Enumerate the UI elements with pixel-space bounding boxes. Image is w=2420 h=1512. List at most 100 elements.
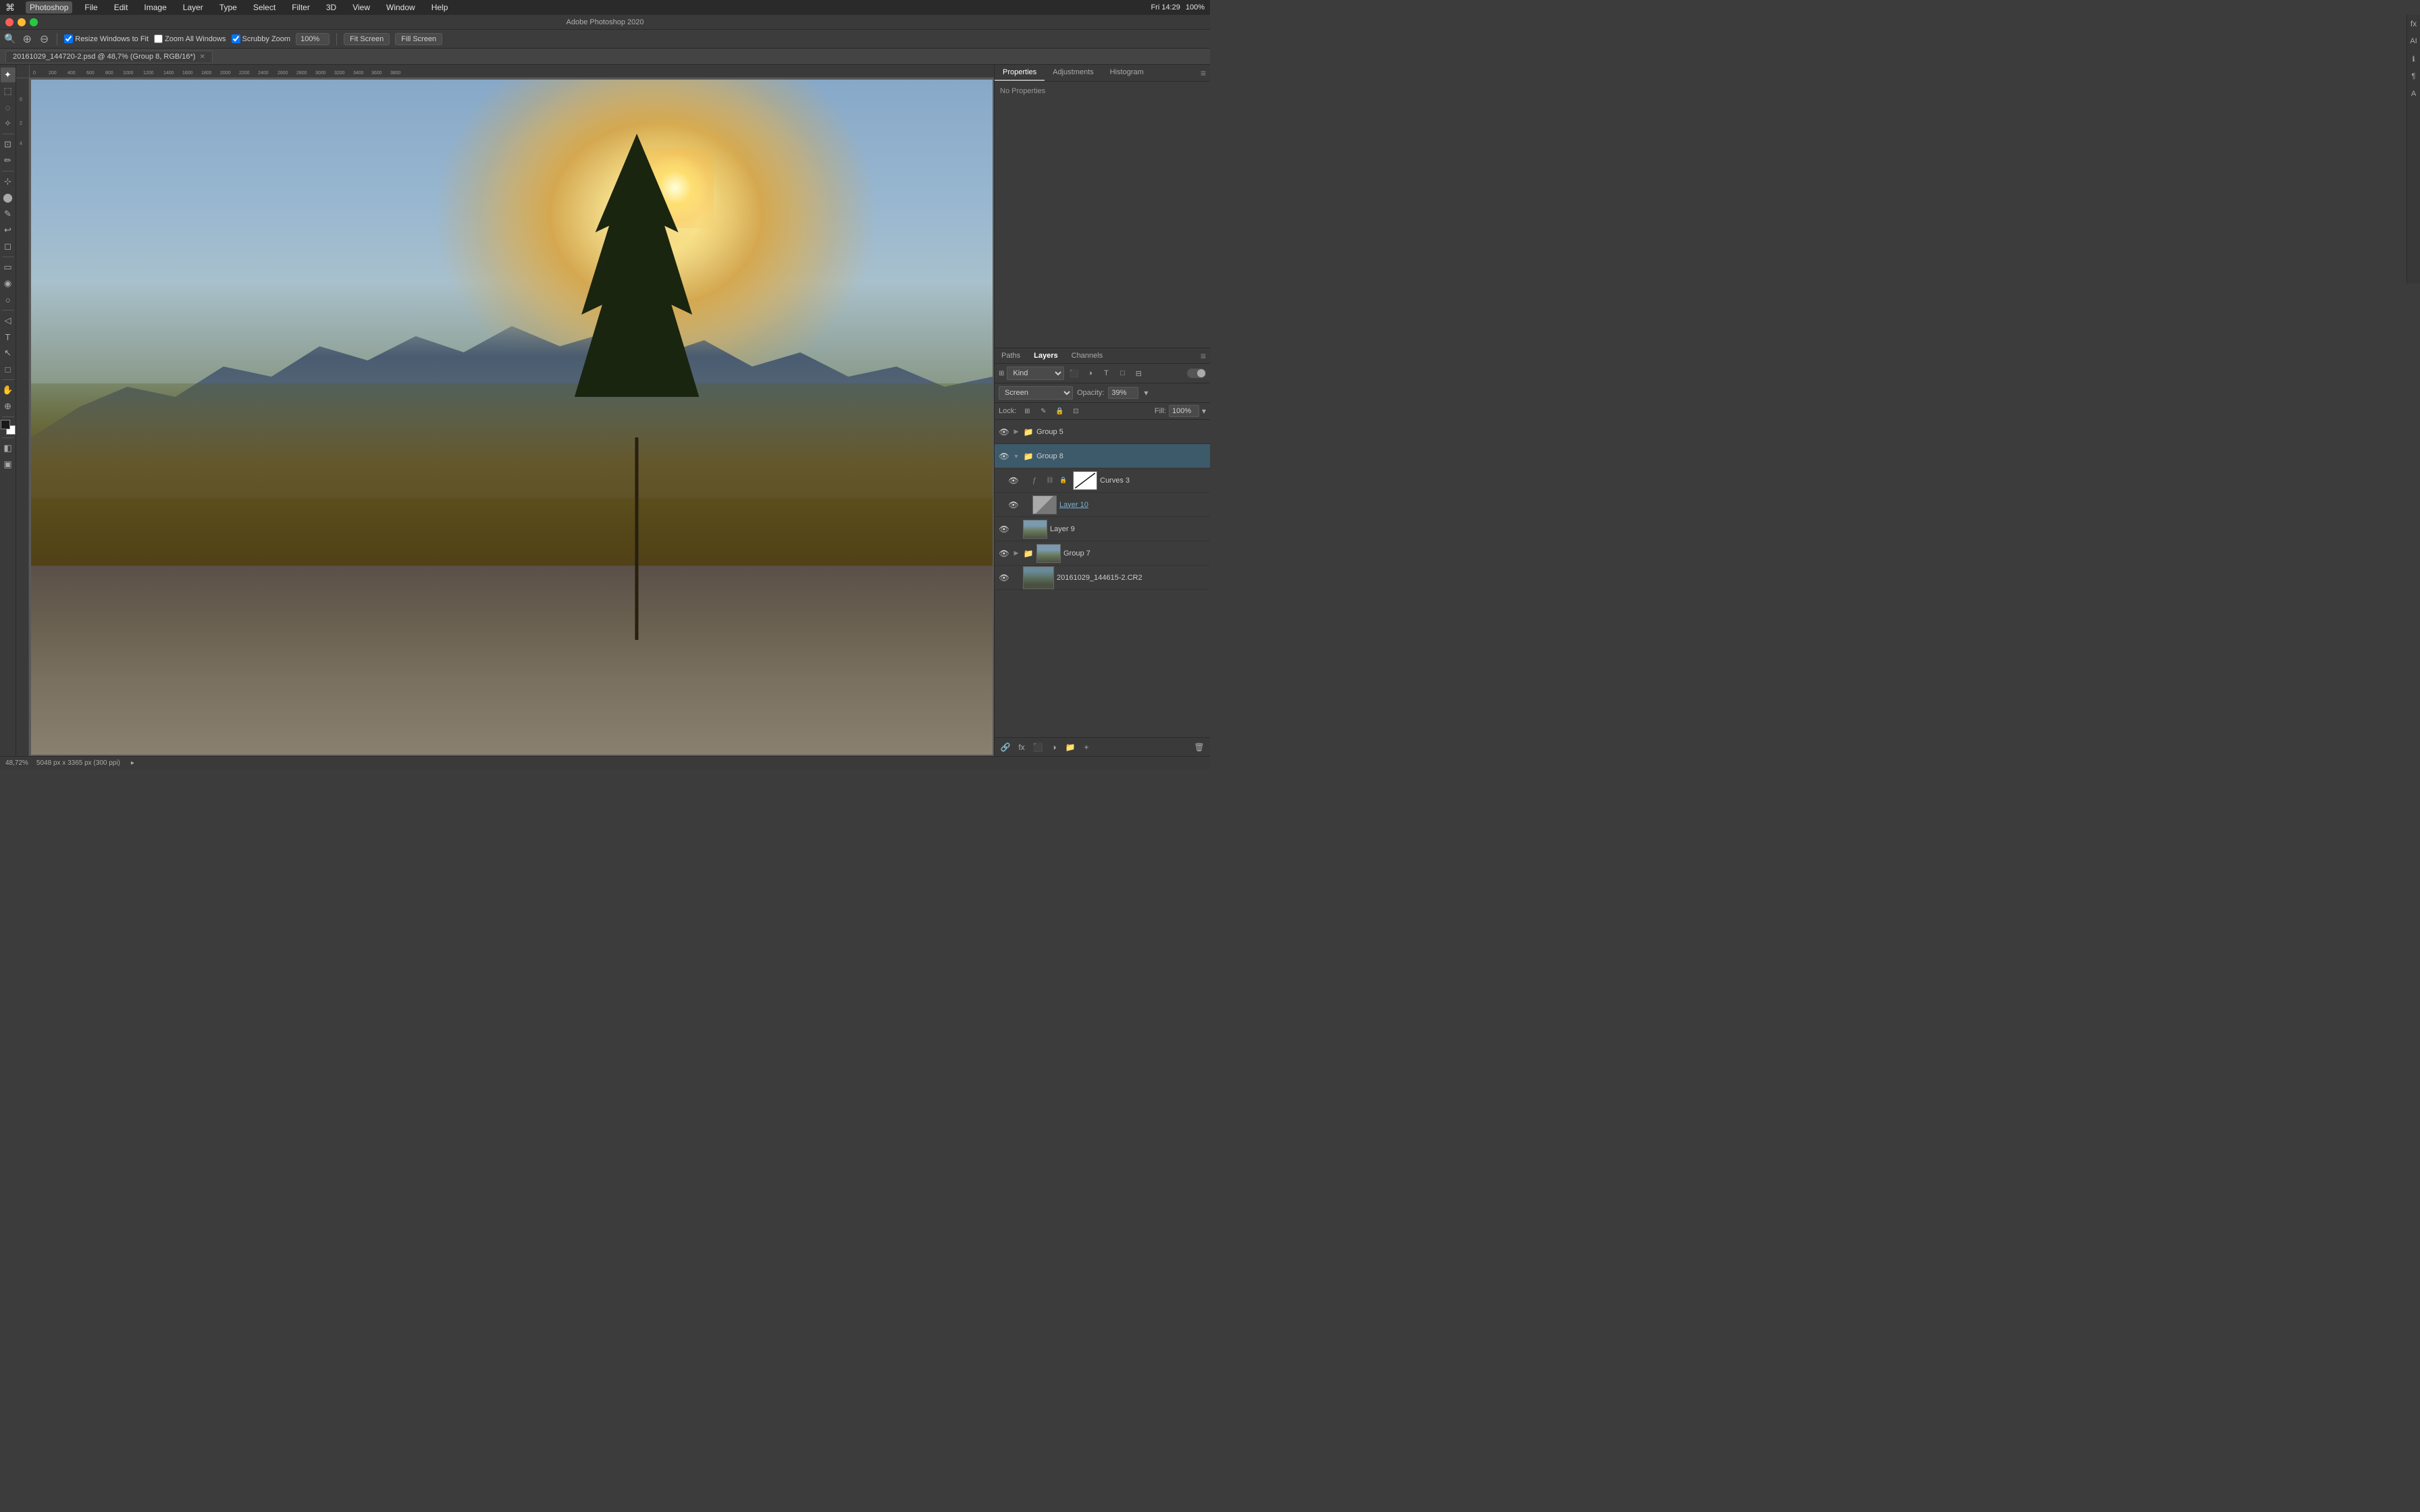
- filter-pixel-icon[interactable]: ⬛: [1067, 367, 1080, 380]
- menu-layer[interactable]: Layer: [179, 1, 207, 14]
- gradient-tool-button[interactable]: ▭: [1, 260, 16, 275]
- fill-input[interactable]: [1169, 405, 1199, 417]
- link-layers-button[interactable]: 🔗: [999, 740, 1012, 754]
- menu-3d[interactable]: 3D: [322, 1, 340, 14]
- tab-paths[interactable]: Paths: [995, 348, 1027, 363]
- lock-position-icon[interactable]: ⊞: [1020, 405, 1034, 417]
- screen-mode-button[interactable]: ▣: [1, 457, 16, 472]
- layer-item-group8[interactable]: 👁 ▼ 📁 Group 8: [995, 444, 1210, 468]
- lasso-tool-button[interactable]: ◌: [1, 100, 16, 115]
- visibility-layer10[interactable]: 👁: [1008, 500, 1019, 510]
- window-controls[interactable]: [5, 18, 38, 26]
- zoom-plus-icon[interactable]: ⊕: [22, 32, 31, 46]
- tab-histogram[interactable]: Histogram: [1102, 65, 1152, 81]
- panel-menu-icon[interactable]: ≡: [1196, 68, 1210, 78]
- resize-windows-checkbox[interactable]: Resize Windows to Fit: [64, 34, 149, 43]
- tab-properties[interactable]: Properties: [995, 65, 1045, 81]
- healing-tool-button[interactable]: ⊹: [1, 174, 16, 189]
- shape-tool-button[interactable]: □: [1, 362, 16, 377]
- visibility-group5[interactable]: 👁: [999, 427, 1009, 437]
- filter-adj-icon[interactable]: ◑: [1083, 367, 1097, 380]
- properties-icon-para[interactable]: ¶: [2408, 70, 2420, 82]
- dodge-tool-button[interactable]: ○: [1, 292, 16, 307]
- layer-item-group5[interactable]: 👁 ▶ 📁 Group 5: [995, 420, 1210, 444]
- blur-tool-button[interactable]: ◉: [1, 276, 16, 291]
- move-tool-button[interactable]: ✦: [1, 68, 16, 82]
- clone-stamp-tool-button[interactable]: ✎: [1, 207, 16, 221]
- layer-item-last[interactable]: 👁 20161029_144615-2.CR2: [995, 566, 1210, 590]
- resize-windows-input[interactable]: [64, 34, 73, 43]
- menu-image[interactable]: Image: [140, 1, 170, 14]
- menu-file[interactable]: File: [80, 1, 101, 14]
- add-style-button[interactable]: fx: [1015, 740, 1028, 754]
- properties-icon-info[interactable]: ℹ: [2408, 53, 2420, 65]
- expand-group5[interactable]: ▶: [1012, 428, 1020, 435]
- type-tool-button[interactable]: T: [1, 329, 16, 344]
- fit-screen-button[interactable]: Fit Screen: [344, 33, 390, 45]
- apple-menu[interactable]: ⌘: [5, 2, 15, 14]
- document-tab[interactable]: 20161029_144720-2.psd @ 48,7% (Group 8, …: [5, 51, 213, 62]
- new-layer-button[interactable]: +: [1080, 740, 1093, 754]
- new-fill-button[interactable]: ◑: [1047, 740, 1061, 754]
- expand-group7[interactable]: ▶: [1012, 549, 1020, 557]
- eraser-tool-button[interactable]: ◻: [1, 239, 16, 254]
- zoom-tool-button[interactable]: ⊕: [1, 399, 16, 414]
- filter-shape-icon[interactable]: □: [1115, 367, 1129, 380]
- info-icon[interactable]: ▸: [131, 759, 134, 767]
- magic-wand-tool-button[interactable]: ✧: [1, 116, 16, 131]
- brush-tool-button[interactable]: ⬤: [1, 190, 16, 205]
- menu-help[interactable]: Help: [427, 1, 452, 14]
- layer-item-layer9[interactable]: 👁 Layer 9: [995, 517, 1210, 541]
- expand-group8[interactable]: ▼: [1012, 453, 1020, 460]
- filter-type-icon[interactable]: T: [1099, 367, 1113, 380]
- menu-type[interactable]: Type: [215, 1, 241, 14]
- kind-select[interactable]: Kind: [1007, 367, 1064, 380]
- filter-toggle[interactable]: [1187, 369, 1206, 378]
- zoom-level-input[interactable]: [296, 33, 330, 45]
- opacity-input[interactable]: [1108, 387, 1138, 399]
- tab-close-button[interactable]: ✕: [199, 53, 205, 61]
- lock-artboard-icon[interactable]: ⊡: [1069, 405, 1082, 417]
- scrubby-zoom-input[interactable]: [232, 34, 240, 43]
- menu-photoshop[interactable]: Photoshop: [26, 1, 72, 14]
- properties-icon-fx[interactable]: fx: [2408, 18, 2420, 30]
- properties-icon-atext[interactable]: A: [2408, 88, 2420, 100]
- fill-screen-button[interactable]: Fill Screen: [395, 33, 442, 45]
- menu-select[interactable]: Select: [249, 1, 280, 14]
- quick-mask-button[interactable]: ◧: [1, 441, 16, 456]
- pen-tool-button[interactable]: ◁: [1, 313, 16, 328]
- fill-arrow-icon[interactable]: ▾: [1202, 406, 1206, 416]
- foreground-color[interactable]: [1, 420, 10, 429]
- visibility-last[interactable]: 👁: [999, 572, 1009, 583]
- filter-smart-icon[interactable]: ⊟: [1132, 367, 1145, 380]
- eyedropper-tool-button[interactable]: ✏: [1, 153, 16, 168]
- delete-layer-button[interactable]: 🗑: [1192, 740, 1206, 754]
- crop-tool-button[interactable]: ⊡: [1, 137, 16, 152]
- menu-filter[interactable]: Filter: [288, 1, 314, 14]
- layer-item-layer10[interactable]: 👁 Layer 10: [995, 493, 1210, 517]
- minimize-button[interactable]: [18, 18, 26, 26]
- layer-name-layer10[interactable]: Layer 10: [1059, 501, 1206, 509]
- visibility-layer9[interactable]: 👁: [999, 524, 1009, 535]
- visibility-curves3[interactable]: 👁: [1008, 475, 1019, 486]
- menu-view[interactable]: View: [348, 1, 374, 14]
- layer-item-group7[interactable]: 👁 ▶ 📁 Group 7: [995, 541, 1210, 566]
- layers-panel-menu-icon[interactable]: ≡: [1196, 350, 1210, 361]
- hand-tool-button[interactable]: ✋: [1, 383, 16, 398]
- menu-window[interactable]: Window: [382, 1, 419, 14]
- visibility-group8[interactable]: 👁: [999, 451, 1009, 462]
- scrubby-zoom-checkbox[interactable]: Scrubby Zoom: [232, 34, 291, 43]
- opacity-arrow-icon[interactable]: ▾: [1144, 388, 1148, 398]
- color-swatch[interactable]: [1, 420, 16, 435]
- history-brush-tool-button[interactable]: ↩: [1, 223, 16, 238]
- path-selection-tool-button[interactable]: ↖: [1, 346, 16, 360]
- zoom-all-checkbox[interactable]: Zoom All Windows: [154, 34, 226, 43]
- marquee-tool-button[interactable]: ⬚: [1, 84, 16, 99]
- tab-channels[interactable]: Channels: [1065, 348, 1109, 363]
- visibility-group7[interactable]: 👁: [999, 548, 1009, 559]
- zoom-all-input[interactable]: [154, 34, 163, 43]
- properties-icon-ai[interactable]: AI: [2408, 35, 2420, 47]
- menu-edit[interactable]: Edit: [110, 1, 132, 14]
- tab-adjustments[interactable]: Adjustments: [1045, 65, 1102, 81]
- tab-layers[interactable]: Layers: [1027, 348, 1064, 363]
